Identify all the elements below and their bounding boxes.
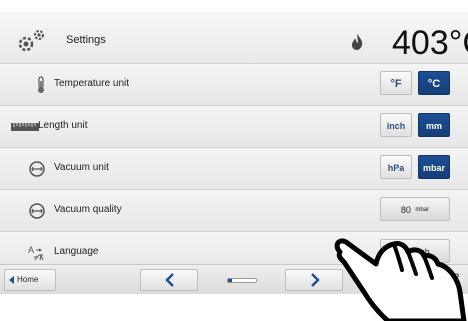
temperature-readout: 403°C <box>392 24 468 62</box>
header-bar: Settings 403°C <box>0 12 468 64</box>
fahrenheit-button[interactable]: °F <box>380 71 412 95</box>
language-icon: A <box>28 245 44 261</box>
row-label: Length unit <box>38 120 88 131</box>
row-temperature-unit: Temperature unit °F °C <box>0 64 468 106</box>
svg-text:A: A <box>28 245 34 255</box>
page-progress-fill <box>228 279 233 282</box>
gears-icon <box>18 30 44 52</box>
home-arrow-icon <box>9 276 14 284</box>
flame-icon <box>352 34 363 50</box>
page-progress <box>227 278 257 283</box>
row-label: Temperature unit <box>54 78 130 89</box>
mm-button[interactable]: mm <box>418 113 450 137</box>
vacuum-quality-unit: mbar <box>415 207 430 213</box>
page-title: Settings <box>66 34 106 46</box>
row-label: Language <box>54 246 99 257</box>
settings-screen: Settings 403°C Temperature unit °F °C Le… <box>0 0 468 321</box>
vacuum-icon <box>29 203 45 219</box>
mbar-button[interactable]: mbar <box>418 155 450 179</box>
chevron-left-icon <box>165 273 174 287</box>
celsius-button[interactable]: °C <box>418 71 450 95</box>
row-label: Vacuum quality <box>54 204 122 215</box>
row-vacuum-unit: Vacuum unit hPa mbar <box>0 148 468 190</box>
row-length-unit: Length unit inch mm <box>0 106 468 148</box>
row-label: Vacuum unit <box>54 162 109 173</box>
inch-button[interactable]: inch <box>380 113 412 137</box>
vacuum-quality-value: 80 <box>400 205 411 215</box>
row-vacuum-quality: Vacuum quality 80 mbar <box>0 190 468 232</box>
home-label: Home <box>17 275 39 284</box>
thermometer-icon <box>38 76 44 93</box>
pointing-hand-icon <box>334 238 467 321</box>
vacuum-quality-field[interactable]: 80 mbar <box>380 197 450 221</box>
ruler-icon <box>11 123 39 131</box>
previous-page-button[interactable] <box>140 269 198 291</box>
home-button[interactable]: Home <box>4 269 56 291</box>
hpa-button[interactable]: hPa <box>380 155 412 179</box>
vacuum-icon <box>29 161 45 177</box>
